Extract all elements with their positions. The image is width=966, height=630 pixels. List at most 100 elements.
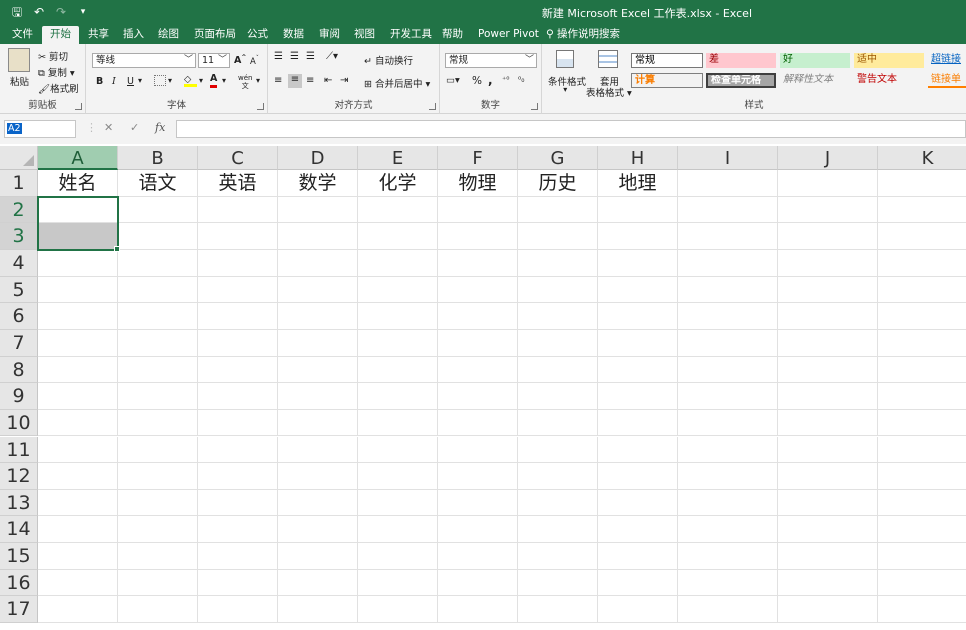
cell-c3[interactable] bbox=[198, 223, 278, 250]
cell-d15[interactable] bbox=[278, 543, 358, 570]
font-name-select[interactable]: 等线 ﹀ bbox=[92, 53, 196, 68]
cell-d9[interactable] bbox=[278, 383, 358, 410]
cell-a12[interactable] bbox=[38, 463, 118, 490]
cell-j11[interactable] bbox=[778, 436, 878, 464]
style-linked-cell[interactable]: 链接单 bbox=[928, 73, 966, 88]
select-all-button[interactable] bbox=[0, 146, 38, 170]
cell-h14[interactable] bbox=[598, 516, 678, 544]
align-middle-icon[interactable]: ☰ bbox=[290, 51, 299, 62]
cell-d10[interactable] bbox=[278, 409, 358, 437]
cell-i3[interactable] bbox=[678, 223, 778, 250]
paste-icon[interactable] bbox=[8, 48, 30, 72]
tab-page-layout[interactable]: 页面布局 bbox=[186, 26, 244, 44]
tab-formulas[interactable]: 公式 bbox=[239, 26, 276, 44]
cell-f10[interactable] bbox=[438, 409, 518, 437]
row-header-7[interactable]: 7 bbox=[0, 329, 38, 357]
cell-k16[interactable] bbox=[878, 570, 966, 597]
align-center-icon[interactable]: ≡ bbox=[288, 74, 302, 88]
cell-e5[interactable] bbox=[358, 276, 438, 304]
cell-h4[interactable] bbox=[598, 249, 678, 277]
cell-a14[interactable] bbox=[38, 516, 118, 544]
cell-b2[interactable] bbox=[118, 196, 198, 224]
cell-j5[interactable] bbox=[778, 276, 878, 304]
column-header-i[interactable]: I bbox=[678, 146, 778, 170]
cell-f2[interactable] bbox=[438, 196, 518, 224]
chevron-down-icon[interactable]: ▾ bbox=[199, 76, 203, 85]
orientation-icon[interactable]: ⟋▾ bbox=[326, 51, 338, 62]
cell-h12[interactable] bbox=[598, 463, 678, 490]
row-header-12[interactable]: 12 bbox=[0, 463, 38, 490]
cell-j13[interactable] bbox=[778, 489, 878, 517]
row-header-2[interactable]: 2 bbox=[0, 196, 38, 224]
cell-h16[interactable] bbox=[598, 569, 678, 597]
cell-a5[interactable] bbox=[38, 276, 118, 304]
cell-f5[interactable] bbox=[438, 276, 518, 304]
cell-k17[interactable] bbox=[878, 596, 966, 624]
cell-b13[interactable] bbox=[118, 489, 198, 517]
align-left-icon[interactable]: ≡ bbox=[274, 75, 282, 86]
cell-f8[interactable] bbox=[438, 356, 518, 384]
cell-c4[interactable] bbox=[198, 249, 278, 277]
cell-h13[interactable] bbox=[598, 489, 678, 517]
cell-e17[interactable] bbox=[358, 596, 438, 624]
cell-i10[interactable] bbox=[678, 409, 778, 437]
cell-i5[interactable] bbox=[678, 276, 778, 304]
cell-h1[interactable]: 地理 bbox=[598, 170, 678, 197]
cell-j14[interactable] bbox=[778, 516, 878, 544]
underline-button[interactable]: U bbox=[127, 76, 134, 87]
cell-d4[interactable] bbox=[278, 249, 358, 277]
cell-k3[interactable] bbox=[878, 223, 966, 250]
cell-f15[interactable] bbox=[438, 543, 518, 570]
column-header-g[interactable]: G bbox=[518, 146, 598, 170]
cell-b7[interactable] bbox=[118, 329, 198, 357]
cell-e15[interactable] bbox=[358, 543, 438, 570]
column-header-h[interactable]: H bbox=[598, 146, 678, 170]
cell-b4[interactable] bbox=[118, 249, 198, 277]
cell-f12[interactable] bbox=[438, 463, 518, 490]
cell-d14[interactable] bbox=[278, 516, 358, 544]
cell-a2[interactable] bbox=[38, 196, 118, 224]
cell-c11[interactable] bbox=[198, 436, 278, 464]
cell-a13[interactable] bbox=[38, 489, 118, 517]
cell-e14[interactable] bbox=[358, 516, 438, 544]
cell-k8[interactable] bbox=[878, 357, 966, 384]
cell-c12[interactable] bbox=[198, 463, 278, 490]
cell-c8[interactable] bbox=[198, 356, 278, 384]
cancel-icon[interactable]: ✕ bbox=[104, 121, 113, 134]
cell-g12[interactable] bbox=[518, 463, 598, 490]
cell-g13[interactable] bbox=[518, 489, 598, 517]
column-header-j[interactable]: J bbox=[778, 146, 878, 170]
column-header-c[interactable]: C bbox=[198, 146, 278, 170]
cell-i12[interactable] bbox=[678, 463, 778, 490]
tab-view[interactable]: 视图 bbox=[346, 26, 383, 44]
cell-f7[interactable] bbox=[438, 329, 518, 357]
shrink-font-button[interactable]: Aˇ bbox=[250, 55, 259, 67]
cell-a9[interactable] bbox=[38, 383, 118, 410]
row-header-16[interactable]: 16 bbox=[0, 569, 38, 597]
cell-h3[interactable] bbox=[598, 223, 678, 250]
cell-b16[interactable] bbox=[118, 569, 198, 597]
cell-j12[interactable] bbox=[778, 463, 878, 490]
name-box[interactable]: A2 bbox=[4, 120, 76, 138]
cell-g8[interactable] bbox=[518, 356, 598, 384]
cell-e4[interactable] bbox=[358, 249, 438, 277]
cut-button[interactable]: ✂ 剪切 bbox=[38, 49, 68, 63]
cell-b11[interactable] bbox=[118, 436, 198, 464]
cell-d2[interactable] bbox=[278, 196, 358, 224]
cell-g5[interactable] bbox=[518, 276, 598, 304]
cell-a4[interactable] bbox=[38, 249, 118, 277]
cell-c13[interactable] bbox=[198, 489, 278, 517]
cell-f14[interactable] bbox=[438, 516, 518, 544]
cell-g15[interactable] bbox=[518, 543, 598, 570]
cell-f13[interactable] bbox=[438, 489, 518, 517]
tab-review[interactable]: 审阅 bbox=[311, 26, 348, 44]
cell-c6[interactable] bbox=[198, 303, 278, 330]
cell-g3[interactable] bbox=[518, 223, 598, 250]
cell-e1[interactable]: 化学 bbox=[358, 170, 438, 197]
chevron-down-icon[interactable]: ▾ bbox=[256, 76, 260, 85]
cell-d13[interactable] bbox=[278, 489, 358, 517]
cell-c10[interactable] bbox=[198, 409, 278, 437]
cell-f6[interactable] bbox=[438, 303, 518, 330]
cell-e12[interactable] bbox=[358, 463, 438, 490]
font-color-icon[interactable]: A bbox=[210, 73, 218, 88]
